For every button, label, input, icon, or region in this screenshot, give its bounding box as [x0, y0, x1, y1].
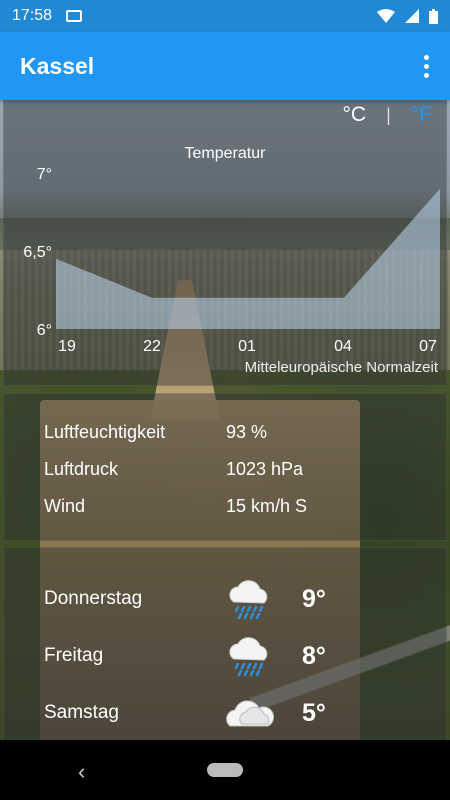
x-tick-label: 07 — [419, 338, 437, 355]
forecast-temp: 9° — [302, 584, 326, 613]
detail-label: Luftfeuchtigkeit — [44, 422, 166, 442]
signal-icon — [405, 9, 419, 23]
x-tick-label: 04 — [334, 338, 352, 355]
navigation-bar: ‹ — [0, 740, 450, 800]
detail-label: Wind — [44, 496, 86, 516]
forecast-temp: 8° — [302, 641, 326, 670]
cloud-icon — [226, 700, 274, 727]
detail-label: Luftdruck — [44, 459, 119, 479]
timezone-label: Mitteleuropäische Normalzeit — [244, 359, 438, 376]
forecast-card: Donnerstag 9° Freitag 8° Samstag 5° — [3, 547, 447, 742]
y-tick-label: 6,5° — [23, 244, 52, 261]
status-time: 17:58 — [12, 7, 53, 24]
rain-cloud-icon — [229, 637, 268, 677]
forecast-row: Freitag 8° — [44, 631, 444, 681]
more-vert-icon[interactable] — [422, 54, 430, 78]
detail-row-pressure: Luftdruck 1023 hPa — [44, 459, 303, 480]
app-bar: Kassel — [0, 32, 450, 100]
temperature-chart-card: °C | °F Temperatur 7° 6,5° 6° 19 22 01 04 07 Mi… — [3, 100, 447, 386]
forecast-day: Freitag — [44, 645, 104, 666]
detail-row-humidity: Luftfeuchtigkeit 93 % — [44, 422, 267, 443]
wifi-icon — [377, 9, 395, 23]
temperature-chart: 7° 6,5° 6° 19 22 01 04 07 — [23, 166, 440, 355]
status-bar: 17:58 — [0, 0, 450, 32]
detail-value: 15 km/h S — [226, 496, 308, 516]
y-tick-label: 7° — [37, 166, 52, 183]
battery-icon — [429, 8, 438, 24]
rain-cloud-icon — [229, 580, 268, 620]
x-tick-label: 01 — [238, 338, 256, 355]
details-card: Luftfeuchtigkeit 93 % Luftdruck 1023 hPa… — [3, 393, 447, 541]
forecast-temp: 5° — [302, 698, 326, 727]
forecast-row: Donnerstag 9° — [44, 574, 444, 624]
forecast-day: Samstag — [44, 702, 119, 723]
back-icon[interactable]: ‹ — [78, 759, 85, 785]
home-button[interactable] — [207, 763, 243, 777]
page-title: Kassel — [20, 52, 95, 79]
x-tick-label: 22 — [143, 338, 161, 355]
forecast-day: Donnerstag — [44, 588, 143, 609]
temperature-area — [56, 188, 440, 329]
detail-value: 93 % — [226, 422, 268, 442]
forecast-row: Samstag 5° — [44, 688, 444, 738]
y-tick-label: 6° — [37, 322, 52, 339]
detail-value: 1023 hPa — [226, 459, 304, 479]
mail-icon — [66, 10, 83, 22]
x-tick-label: 19 — [58, 338, 76, 355]
detail-row-wind: Wind 15 km/h S — [44, 496, 307, 517]
